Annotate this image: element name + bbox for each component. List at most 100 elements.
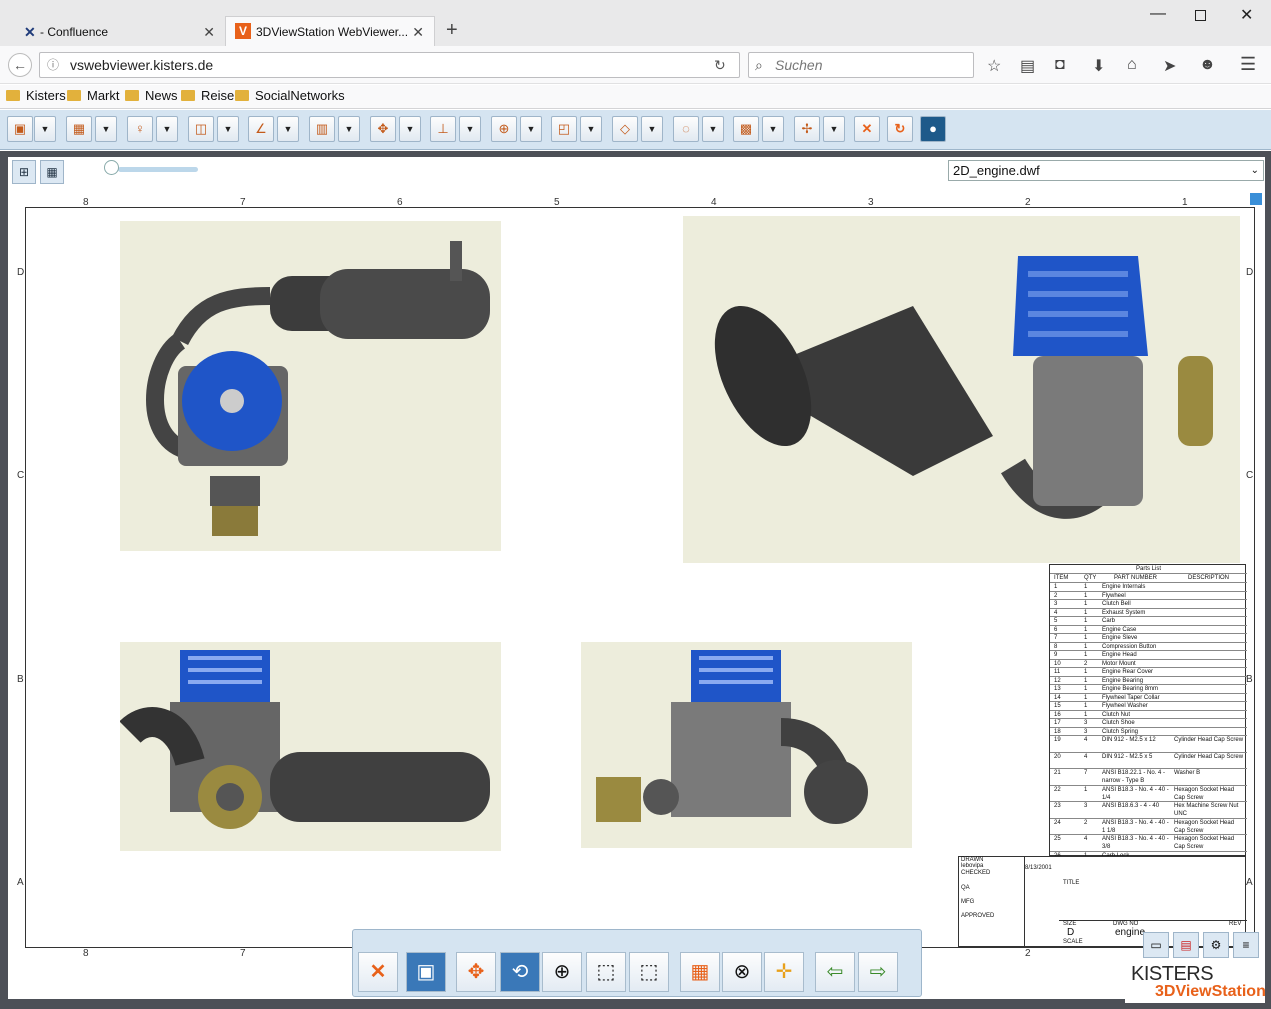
section-icon[interactable]: ◫ bbox=[188, 116, 214, 142]
bookmark-star-icon[interactable]: ☆ bbox=[987, 56, 1001, 76]
color-palette-icon[interactable]: ● bbox=[920, 116, 946, 142]
engine-drawing-top bbox=[146, 241, 490, 536]
dropdown-icon[interactable]: ▼ bbox=[702, 116, 724, 142]
dropdown-icon[interactable]: ▼ bbox=[399, 116, 421, 142]
dropdown-icon[interactable]: ▼ bbox=[34, 116, 56, 142]
back-icon[interactable]: ← bbox=[8, 53, 32, 77]
browser-tab-bar: ✕ - Confluence ✕ V 3DViewStation WebView… bbox=[0, 0, 1271, 46]
annotation-icon[interactable]: ◌ bbox=[673, 116, 699, 142]
dropdown-icon[interactable]: ▼ bbox=[520, 116, 542, 142]
next-icon[interactable]: ⇨ bbox=[858, 952, 898, 992]
select-mode-icon[interactable]: ▣ bbox=[406, 952, 446, 992]
parts-list-row: 5 1 Carb bbox=[1050, 616, 1247, 625]
reset-icon[interactable]: ↻ bbox=[887, 116, 913, 142]
previous-icon[interactable]: ⇦ bbox=[815, 952, 855, 992]
window-close-icon[interactable]: ✕ bbox=[1240, 5, 1253, 25]
light-icon[interactable]: ♀ bbox=[127, 116, 153, 142]
home-icon[interactable]: ⌂ bbox=[1127, 56, 1137, 74]
panel-toggle-icon[interactable]: ≡ bbox=[1233, 932, 1259, 958]
parts-list-row: 6 1 Engine Case bbox=[1050, 624, 1247, 634]
dropdown-icon[interactable]: ▼ bbox=[762, 116, 784, 142]
info-icon[interactable]: ⓘ bbox=[47, 53, 59, 77]
mfg-label: MFG bbox=[961, 899, 975, 905]
slider-handle[interactable] bbox=[104, 160, 119, 175]
structure-icon[interactable]: ▦ bbox=[66, 116, 92, 142]
dropdown-icon[interactable]: ▼ bbox=[338, 116, 360, 142]
feedback-icon[interactable]: ☻ bbox=[1199, 56, 1216, 74]
zone-label: 3 bbox=[868, 197, 874, 208]
bookmark-socialnetworks[interactable]: SocialNetworks bbox=[235, 88, 345, 103]
select-icon[interactable]: ▣ bbox=[7, 116, 33, 142]
pan-icon[interactable]: ✥ bbox=[456, 952, 496, 992]
file-select[interactable]: 2D_engine.dwf ⌄ bbox=[948, 160, 1264, 181]
pdf-icon[interactable]: ▤ bbox=[1173, 932, 1199, 958]
dropdown-icon[interactable]: ▼ bbox=[823, 116, 845, 142]
zoom-box-icon[interactable]: ⬚ bbox=[586, 952, 626, 992]
bookmark-kisters[interactable]: Kisters bbox=[6, 88, 66, 103]
search-icon: ⌕ bbox=[755, 57, 763, 73]
dropdown-icon[interactable]: ▼ bbox=[580, 116, 602, 142]
delete-icon[interactable]: ✕ bbox=[854, 116, 880, 142]
maximize-icon[interactable] bbox=[1195, 10, 1206, 21]
url-bar[interactable]: ⓘ vswebviewer.kisters.de ↻ bbox=[39, 52, 740, 78]
zoom-fit-icon[interactable]: ⊗ bbox=[722, 952, 762, 992]
parts-list-cell: Cylinder Head Cap Screw bbox=[1174, 753, 1244, 760]
confluence-icon: ✕ bbox=[24, 24, 36, 40]
add-view-icon[interactable]: ⊞ bbox=[12, 160, 36, 184]
folder-icon bbox=[6, 90, 20, 101]
parts-list-row: 24 2 ANSI B18.3 - No. 4 - 40 - 1 1/8 Hexago… bbox=[1050, 817, 1247, 835]
dropdown-icon[interactable]: ▼ bbox=[217, 116, 239, 142]
dropdown-icon[interactable]: ▼ bbox=[95, 116, 117, 142]
new-tab-icon[interactable]: + bbox=[446, 19, 458, 42]
cube-icon[interactable]: ◇ bbox=[612, 116, 638, 142]
download-icon[interactable]: ⬇ bbox=[1092, 56, 1105, 76]
zoom-slider[interactable] bbox=[118, 167, 198, 172]
reading-list-icon[interactable]: ▤ bbox=[1020, 56, 1035, 76]
engine-view-front bbox=[581, 642, 912, 848]
bookmark-news[interactable]: News bbox=[125, 88, 178, 103]
close-icon[interactable]: ✕ bbox=[358, 952, 398, 992]
box-view-icon[interactable]: ◰ bbox=[551, 116, 577, 142]
zoom-in-icon[interactable]: ⊕ bbox=[542, 952, 582, 992]
zone-label: 6 bbox=[397, 197, 403, 208]
save-icon[interactable]: ▭ bbox=[1143, 932, 1169, 958]
title-label: TITLE bbox=[1063, 880, 1080, 886]
approved-label: APPROVED bbox=[961, 913, 995, 919]
parts-list-row: 18 3 Clutch Spring bbox=[1050, 726, 1247, 736]
bookmark-markt[interactable]: Markt bbox=[67, 88, 120, 103]
tab-confluence[interactable]: ✕ - Confluence ✕ bbox=[10, 17, 225, 46]
zoom-icon[interactable]: ⊕ bbox=[491, 116, 517, 142]
rotate-icon[interactable]: ⟲ bbox=[500, 952, 540, 992]
search-input[interactable]: ⌕ Suchen bbox=[748, 52, 974, 78]
axis-icon[interactable]: ⊥ bbox=[430, 116, 456, 142]
dropdown-icon[interactable]: ▼ bbox=[459, 116, 481, 142]
add-part-icon[interactable]: ▩ bbox=[733, 116, 759, 142]
fit-view-icon[interactable] bbox=[1249, 192, 1263, 206]
bookmark-reise[interactable]: Reise bbox=[181, 88, 234, 103]
center-icon[interactable]: ✛ bbox=[764, 952, 804, 992]
move-icon[interactable]: ✢ bbox=[794, 116, 820, 142]
tab-label: - Confluence bbox=[40, 24, 109, 39]
send-icon[interactable]: ➤ bbox=[1163, 56, 1176, 76]
close-icon[interactable]: ✕ bbox=[412, 24, 424, 41]
close-icon[interactable]: ✕ bbox=[203, 24, 215, 41]
pocket-icon[interactable]: ◘ bbox=[1055, 56, 1065, 74]
zone-label: 7 bbox=[240, 948, 246, 959]
grid-view-icon[interactable]: ▦ bbox=[40, 160, 64, 184]
dropdown-icon[interactable]: ▼ bbox=[641, 116, 663, 142]
settings-icon[interactable]: ⚙ bbox=[1203, 932, 1229, 958]
dropdown-icon[interactable]: ▼ bbox=[156, 116, 178, 142]
box-select-icon[interactable]: ⬚ bbox=[629, 952, 669, 992]
minimize-icon[interactable]: — bbox=[1150, 5, 1166, 23]
transform-icon[interactable]: ✥ bbox=[370, 116, 396, 142]
measure-icon[interactable]: ∠ bbox=[248, 116, 274, 142]
reload-icon[interactable]: ↻ bbox=[714, 53, 726, 77]
parts-list-row: 19 4 DIN 912 - M2.5 x 12 Cylinder Head Cap … bbox=[1050, 735, 1247, 752]
bookmark-label: Reise bbox=[201, 88, 235, 103]
dropdown-icon[interactable]: ▼ bbox=[277, 116, 299, 142]
explode-icon[interactable]: ▥ bbox=[309, 116, 335, 142]
parts-icon[interactable]: ▦ bbox=[680, 952, 720, 992]
zone-label: 8 bbox=[83, 197, 89, 208]
tab-3dviewstation[interactable]: V 3DViewStation WebViewer... ✕ bbox=[225, 16, 435, 46]
menu-icon[interactable]: ☰ bbox=[1240, 54, 1256, 75]
